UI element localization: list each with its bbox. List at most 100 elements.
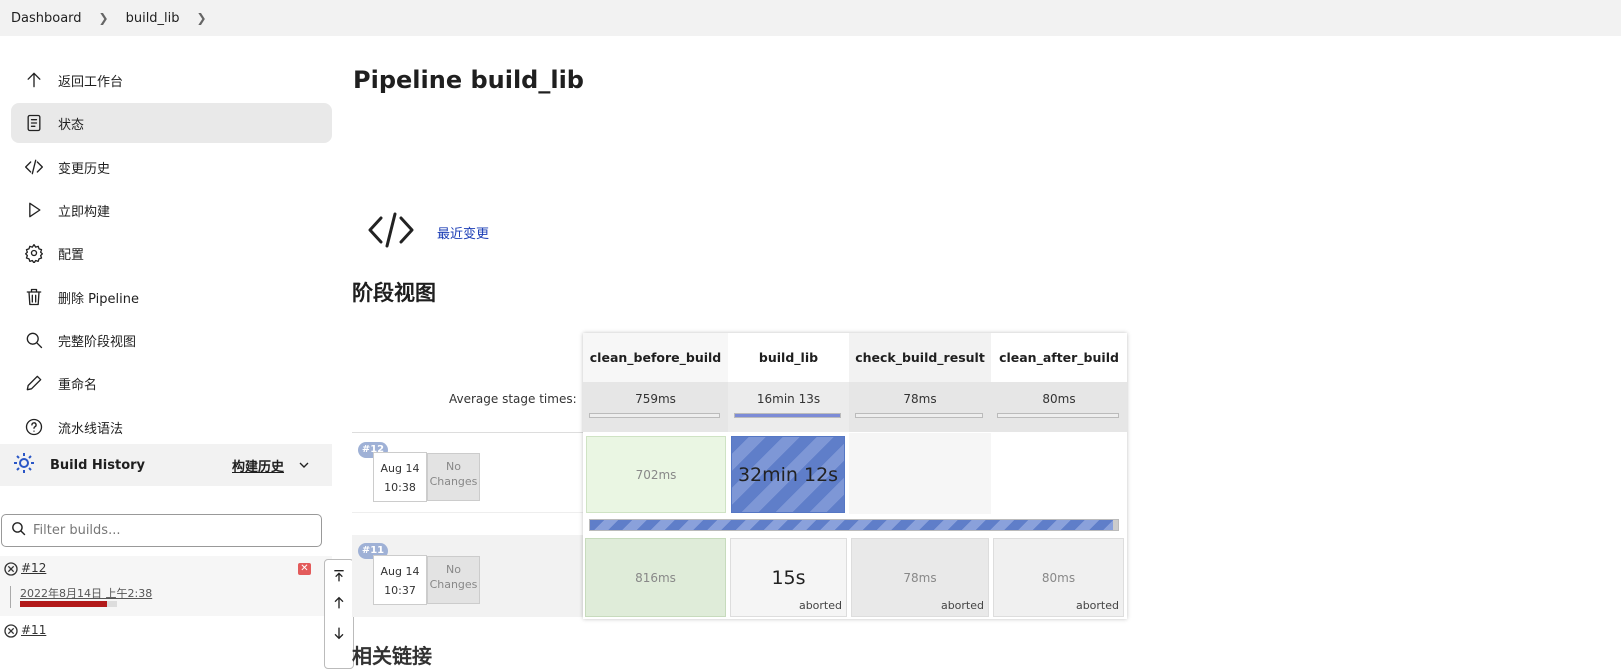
stage-duration: 32min 12s — [737, 463, 839, 486]
sidebar-item-label: 完整阶段视图 — [58, 334, 137, 350]
history-nav-buttons — [324, 559, 354, 669]
arrow-up-icon — [23, 69, 45, 91]
stage-cell-aborted[interactable]: 15s aborted — [730, 538, 847, 617]
stage-average-value: 16min 13s — [756, 392, 821, 406]
stage-header: check_build_result — [849, 333, 991, 382]
build-date-link[interactable]: 2022年8月14日 上午2:38 — [20, 585, 152, 601]
run-info-12: #12 Aug 14 10:38 No Changes — [352, 432, 583, 513]
stage-duration: 78ms — [903, 570, 937, 585]
aborted-icon — [3, 561, 19, 580]
recent-changes: 最近变更 — [367, 210, 489, 254]
no-changes-box: No Changes — [427, 556, 480, 604]
build-number-link[interactable]: #11 — [21, 623, 46, 637]
sidebar-item-back-to-workspace[interactable]: 返回工作台 — [11, 60, 332, 100]
run-date: Aug 14 10:38 — [373, 452, 427, 502]
run-date-time: 10:37 — [384, 584, 416, 597]
sidebar-item-full-stage-view[interactable]: 完整阶段视图 — [11, 320, 332, 360]
build-history-trend-link[interactable]: 构建历史 — [232, 456, 284, 475]
sidebar-item-build-now[interactable]: 立即构建 — [11, 190, 332, 230]
stage-header: clean_after_build — [991, 333, 1127, 382]
stage-view-title: 阶段视图 — [352, 281, 436, 305]
run-date-day: Aug 14 — [380, 565, 420, 578]
build-timeline-line — [10, 586, 11, 608]
stage-average: 80ms — [991, 382, 1127, 432]
sidebar-item-changes[interactable]: 变更历史 — [11, 147, 332, 187]
sun-icon — [12, 451, 36, 479]
run-date-day: Aug 14 — [380, 462, 420, 475]
trash-icon — [23, 286, 45, 308]
stage-average: 78ms — [849, 382, 991, 432]
scroll-to-top-icon[interactable] — [325, 562, 353, 590]
page-up-icon[interactable] — [325, 589, 353, 617]
stage-cell-aborted[interactable]: 80ms aborted — [993, 538, 1124, 617]
filter-builds-input[interactable] — [33, 523, 303, 538]
chevron-right-icon: ❯ — [98, 11, 109, 25]
stage-status-label: aborted — [1075, 599, 1119, 612]
stage-cell-running[interactable]: 32min 12s — [731, 436, 845, 513]
stage-cell-empty — [849, 433, 991, 514]
stage-duration: 816ms — [635, 570, 676, 585]
build-row[interactable]: #11 — [0, 618, 332, 669]
sidebar-item-configure[interactable]: 配置 — [11, 233, 332, 273]
stage-header: build_lib — [728, 333, 849, 382]
sidebar-item-label: 重命名 — [58, 377, 98, 393]
stage-cell-empty — [991, 433, 1127, 514]
stage-duration: 15s — [771, 566, 806, 589]
stage-duration: 702ms — [635, 467, 677, 482]
build-history-title: Build History — [50, 457, 146, 473]
sidebar-item-pipeline-syntax[interactable]: 流水线语法 — [11, 407, 332, 447]
stage-cell-aborted[interactable]: 78ms aborted — [851, 538, 989, 617]
stage-status-label: aborted — [798, 599, 842, 612]
stage-average-value: 80ms — [1042, 392, 1076, 406]
sidebar-item-label: 立即构建 — [58, 204, 111, 220]
chevron-right-icon[interactable]: ❯ — [197, 11, 207, 25]
breadcrumb-dashboard[interactable]: Dashboard — [11, 11, 82, 26]
stage-duration: 80ms — [1041, 570, 1076, 585]
build-progress-bar — [20, 601, 117, 607]
stage-cell-success[interactable]: 702ms — [586, 436, 726, 513]
search-icon — [10, 520, 27, 541]
code-icon — [367, 210, 415, 254]
stage-average-bar — [855, 413, 983, 418]
stop-build-icon[interactable]: ✕ — [298, 563, 311, 575]
play-icon — [23, 199, 45, 221]
page-title: Pipeline build_lib — [353, 66, 584, 94]
chevron-down-icon[interactable] — [296, 457, 312, 477]
no-changes-box: No Changes — [427, 453, 480, 501]
stage-average-value: 78ms — [903, 392, 937, 406]
build-row[interactable]: #12 ✕ 2022年8月14日 上午2:38 — [0, 556, 332, 616]
related-links-title: 相关链接 — [352, 644, 432, 668]
stage-average: 16min 13s — [728, 382, 849, 432]
document-icon — [23, 112, 45, 134]
help-icon — [23, 416, 45, 438]
sidebar-item-delete-pipeline[interactable]: 删除 Pipeline — [11, 277, 332, 317]
search-icon — [23, 329, 45, 351]
sidebar-item-status[interactable]: 状态 — [11, 103, 332, 143]
sidebar-item-label: 流水线语法 — [58, 421, 124, 437]
stage-average-bar — [997, 413, 1119, 418]
sidebar-item-label: 变更历史 — [58, 161, 111, 177]
stage-cell-success[interactable]: 816ms — [585, 538, 726, 617]
stage-average-bar — [589, 413, 720, 418]
sidebar-item-label: 删除 Pipeline — [58, 291, 140, 307]
breadcrumb: Dashboard ❯ build_lib ❯ — [0, 0, 1621, 36]
aborted-icon — [3, 623, 19, 642]
stage-header: clean_before_build — [583, 333, 728, 382]
pencil-icon — [23, 372, 45, 394]
page-down-icon[interactable] — [325, 619, 353, 647]
code-icon — [23, 156, 45, 178]
breadcrumb-build-lib[interactable]: build_lib — [126, 11, 180, 26]
gear-icon — [23, 242, 45, 264]
stage-average-value: 759ms — [635, 392, 676, 406]
build-history-header: Build History 构建历史 — [0, 444, 332, 486]
run-info-11: #11 Aug 14 10:37 No Changes — [352, 535, 583, 617]
stage-status-label: aborted — [940, 599, 984, 612]
sidebar-item-label: 返回工作台 — [58, 74, 124, 90]
run-progress-bar — [589, 519, 1119, 531]
run-date-time: 10:38 — [384, 481, 416, 494]
average-stage-times-label: Average stage times: — [449, 392, 577, 406]
filter-builds-field[interactable] — [1, 514, 322, 547]
sidebar-item-rename[interactable]: 重命名 — [11, 363, 332, 403]
recent-changes-link[interactable]: 最近变更 — [437, 223, 489, 242]
build-number-link[interactable]: #12 — [21, 561, 46, 575]
